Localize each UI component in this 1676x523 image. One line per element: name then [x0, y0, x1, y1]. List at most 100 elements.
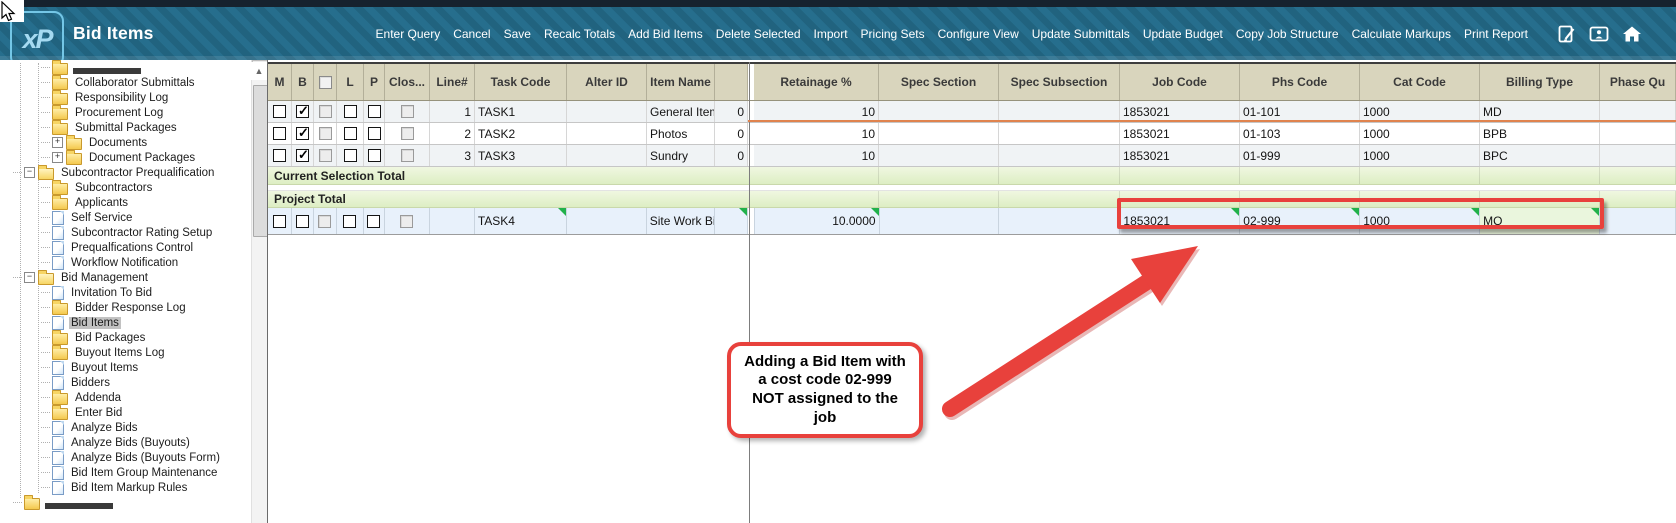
cell-g[interactable] [314, 101, 337, 122]
column-header-line#[interactable]: Line# [430, 64, 475, 100]
cell-p[interactable] [364, 208, 385, 234]
sidebar-item-bid-items[interactable]: Bid Items [0, 315, 251, 330]
sidebar-item-procurement-log[interactable]: Procurement Log [0, 104, 251, 120]
p-checkbox-unchecked[interactable] [367, 105, 381, 118]
sidebar-item-self-service[interactable]: Self Service [0, 210, 251, 225]
cell-p[interactable] [364, 145, 385, 166]
menu-item-recalc-totals[interactable]: Recalc Totals [544, 27, 615, 41]
cell-b[interactable] [292, 101, 314, 122]
select-all-checkbox[interactable] [318, 75, 332, 89]
cell-spec_subsection[interactable] [999, 123, 1120, 144]
cell-b[interactable] [292, 145, 314, 166]
cell-p[interactable] [364, 123, 385, 144]
cell-cat[interactable]: 1000 [1360, 123, 1480, 144]
column-header-task-code[interactable]: Task Code [475, 64, 567, 100]
column-header-qty[interactable] [715, 64, 748, 100]
scrollbar-thumb[interactable] [253, 85, 268, 237]
column-header-cat-code[interactable]: Cat Code [1360, 64, 1480, 100]
b-checkbox-checked[interactable] [296, 147, 309, 163]
cell-l[interactable] [337, 145, 364, 166]
sidebar-item-clipped[interactable] [0, 60, 251, 75]
cell-billing[interactable]: BPC [1480, 145, 1600, 166]
cell-l[interactable] [337, 101, 364, 122]
b-checkbox-unchecked[interactable] [295, 214, 309, 228]
cell-g[interactable] [314, 145, 337, 166]
cell-alter[interactable] [567, 101, 647, 122]
cell-item[interactable]: Sundry [647, 145, 715, 166]
sidebar-item-bid-management[interactable]: − Bid Management [0, 269, 251, 285]
b-checkbox-checked[interactable] [296, 125, 309, 141]
menu-item-copy-job-structure[interactable]: Copy Job Structure [1236, 27, 1339, 41]
collapse-icon[interactable]: − [24, 272, 35, 283]
sidebar-item-bidders[interactable]: Bidders [0, 375, 251, 390]
cell-qty[interactable]: 0 [715, 145, 748, 166]
cell-g[interactable] [314, 123, 337, 144]
cell-retainage[interactable]: 10 [754, 145, 879, 166]
sidebar-item-enter-bid[interactable]: Enter Bid [0, 404, 251, 420]
cell-phs[interactable]: 01-101 [1240, 101, 1360, 122]
cell-phase_qu[interactable] [1600, 101, 1676, 122]
cell-b[interactable] [292, 123, 314, 144]
sidebar-item-addenda[interactable]: Addenda [0, 389, 251, 405]
cell-m[interactable] [268, 208, 292, 234]
column-header-m[interactable]: M [268, 64, 292, 100]
column-header-spec-section[interactable]: Spec Section [879, 64, 999, 100]
sidebar-item-buyout-items-log[interactable]: Buyout Items Log [0, 344, 251, 360]
expand-icon[interactable]: + [52, 152, 63, 163]
column-header-alter-id[interactable]: Alter ID [567, 64, 647, 100]
l-checkbox-unchecked[interactable] [343, 214, 357, 228]
menu-item-print-report[interactable]: Print Report [1464, 27, 1528, 41]
cell-alter[interactable] [567, 123, 647, 144]
cell-task[interactable]: TASK2 [475, 123, 567, 144]
cell-alter[interactable] [567, 208, 647, 234]
p-checkbox-unchecked[interactable] [367, 149, 381, 162]
cell-m[interactable] [268, 101, 292, 122]
cell-spec_section[interactable] [880, 208, 1000, 234]
sidebar-item-subcontractor-rating-setup[interactable]: Subcontractor Rating Setup [0, 225, 251, 240]
m-checkbox-unchecked[interactable] [272, 214, 286, 228]
column-header-retainage-%[interactable]: Retainage % [754, 64, 879, 100]
expand-icon[interactable]: + [52, 137, 63, 148]
cell-phase_qu[interactable] [1600, 208, 1676, 234]
sidebar-item-responsibility-log[interactable]: Responsibility Log [0, 89, 251, 105]
cell-item[interactable]: Site Work Billings [647, 208, 715, 234]
cell-job[interactable]: 1853021 [1120, 145, 1240, 166]
cell-phase_qu[interactable] [1600, 145, 1676, 166]
cell-billing[interactable]: MD [1480, 101, 1600, 122]
cell-line[interactable]: 1 [430, 101, 475, 122]
cell-clos[interactable] [385, 208, 430, 234]
column-header-phase-qu[interactable]: Phase Qu [1600, 64, 1676, 100]
menu-item-pricing-sets[interactable]: Pricing Sets [861, 27, 925, 41]
b-checkbox-checked[interactable] [296, 103, 309, 119]
menu-item-update-budget[interactable]: Update Budget [1143, 27, 1223, 41]
cell-cat[interactable]: 1000 [1360, 101, 1480, 122]
menu-item-calculate-markups[interactable]: Calculate Markups [1352, 27, 1451, 41]
column-header-billing-type[interactable]: Billing Type [1480, 64, 1600, 100]
sidebar-item-bid-item-group-maintenance[interactable]: Bid Item Group Maintenance [0, 465, 251, 480]
cell-billing[interactable]: BPB [1480, 123, 1600, 144]
collapse-icon[interactable]: − [24, 167, 35, 178]
cell-retainage[interactable]: 10 [754, 123, 879, 144]
column-header-p[interactable]: P [364, 64, 385, 100]
cell-job[interactable]: 1853021 [1120, 101, 1240, 122]
column-header-l[interactable]: L [337, 64, 364, 100]
cell-spec_section[interactable] [879, 123, 999, 144]
frozen-pane-splitter[interactable] [749, 62, 750, 523]
cell-phs[interactable]: 01-999 [1240, 145, 1360, 166]
sidebar-item-clipped[interactable] [0, 494, 251, 510]
home-icon[interactable] [1622, 25, 1642, 43]
cell-p[interactable] [364, 101, 385, 122]
column-header-b[interactable]: B [292, 64, 314, 100]
m-checkbox-unchecked[interactable] [273, 127, 286, 140]
cell-clos[interactable] [385, 123, 430, 144]
cell-spec_subsection[interactable] [999, 101, 1120, 122]
sidebar-item-document-packages[interactable]: + Document Packages [0, 149, 251, 165]
sidebar-item-submittal-packages[interactable]: Submittal Packages [0, 119, 251, 135]
sidebar-item-analyze-bids[interactable]: Analyze Bids [0, 420, 251, 435]
p-checkbox-unchecked[interactable] [367, 214, 381, 228]
sidebar-item-subcontractors[interactable]: Subcontractors [0, 179, 251, 195]
cell-m[interactable] [268, 123, 292, 144]
cell-item[interactable]: General Item [647, 101, 715, 122]
cell-l[interactable] [337, 208, 364, 234]
column-header-item-name[interactable]: Item Name [647, 64, 715, 100]
